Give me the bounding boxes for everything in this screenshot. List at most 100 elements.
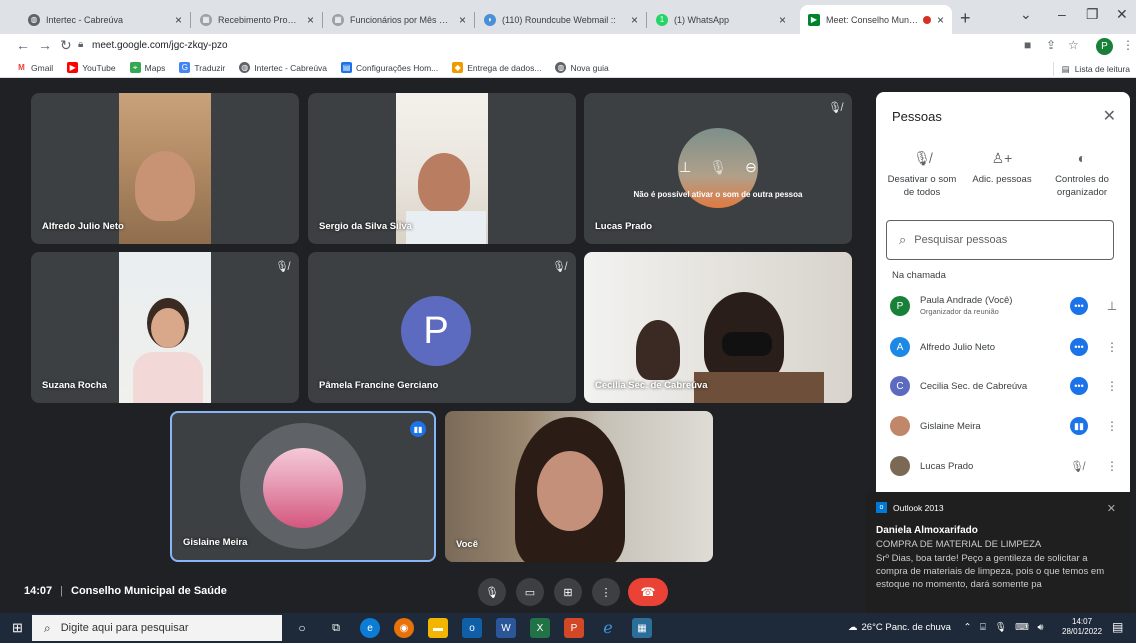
panel-title: Pessoas <box>892 109 942 124</box>
divider <box>1052 62 1054 76</box>
leave-call-button[interactable]: ☎︎ <box>628 578 668 606</box>
microphone-icon[interactable]: 🎙︎ <box>994 622 1006 633</box>
network-icon[interactable]: ⌸ <box>980 622 986 633</box>
participant-avatar <box>263 448 343 528</box>
video-tile-alfredo[interactable]: Alfredo Julio Neto <box>31 93 299 244</box>
windows-start-icon[interactable]: ⊞ <box>12 620 23 636</box>
participant-row[interactable]: Gislaine Meira ▮▮ ⋮ <box>890 411 1118 441</box>
edge-icon[interactable]: e <box>360 618 380 638</box>
powerpoint-icon[interactable]: P <box>564 618 584 638</box>
participant-row[interactable]: P Paula Andrade (Você) Organizador da reu… <box>890 291 1118 321</box>
pin-icon[interactable]: ⊥ <box>1106 299 1118 313</box>
bookmark-star-icon[interactable]: ☆ <box>1068 38 1079 52</box>
notification-center-icon[interactable]: ▤ <box>1112 620 1123 634</box>
participant-row[interactable]: C Cecilia Sec. de Cabreúva ••• ⋮ <box>890 371 1118 401</box>
recording-dot-icon <box>922 15 931 24</box>
bookmark-youtube[interactable]: ▶ YouTube <box>67 62 116 73</box>
participant-name: Alfredo Julio Neto <box>920 341 995 353</box>
close-panel-button[interactable]: ✕ <box>1103 106 1116 126</box>
more-options-button[interactable]: ⋮ <box>592 578 620 606</box>
new-tab-button[interactable]: + <box>960 8 971 29</box>
search-people-input[interactable]: ⌕ Pesquisar pessoas <box>886 220 1114 260</box>
shirt-shape <box>406 211 486 244</box>
close-notification-button[interactable]: ✕ <box>1107 502 1116 515</box>
file-explorer-icon[interactable]: ▬ <box>428 618 448 638</box>
wifi-icon[interactable]: ⌨ <box>1015 622 1029 633</box>
participant-row[interactable]: A Alfredo Julio Neto ••• ⋮ <box>890 332 1118 362</box>
forward-arrow-icon[interactable]: → <box>38 37 52 53</box>
browser-tab[interactable]: ◍ Intertec - Cabreúva × <box>20 5 190 34</box>
close-tab-icon[interactable]: × <box>779 13 786 27</box>
close-tab-icon[interactable]: × <box>175 13 182 27</box>
bookmark-gmail[interactable]: M Gmail <box>16 62 53 73</box>
internet-explorer-icon[interactable]: ℯ <box>598 618 618 638</box>
participant-row[interactable]: Lucas Prado 🎙︎̸ ⋮ <box>890 451 1118 481</box>
app-icon[interactable]: ▦ <box>632 618 652 638</box>
tab-divider <box>646 12 647 28</box>
excel-icon[interactable]: X <box>530 618 550 638</box>
weather-icon[interactable]: ☁︎ <box>848 622 858 633</box>
profile-avatar[interactable]: P <box>1096 38 1113 55</box>
volume-icon[interactable]: 🔊︎ <box>1038 622 1044 633</box>
more-vert-icon[interactable]: ⋮ <box>1106 379 1118 393</box>
more-vert-icon[interactable]: ⋮ <box>1106 459 1118 473</box>
video-tile-pamela[interactable]: P 🎙︎̸ Pâmela Francine Gerciano <box>308 252 576 403</box>
chrome-icon[interactable]: ◉ <box>394 618 414 638</box>
browser-tab[interactable]: ▦ Recebimento Processos × <box>192 5 322 34</box>
bookmark-maps[interactable]: ⌖ Maps <box>129 62 165 73</box>
close-window-button[interactable]: ✕ <box>1116 6 1128 23</box>
browser-tab[interactable]: ◗ (110) Roundcube Webmail :: × <box>476 5 646 34</box>
browser-tab[interactable]: 1 (1) WhatsApp × <box>648 5 794 34</box>
minimize-button[interactable]: – <box>1058 6 1066 22</box>
close-tab-icon[interactable]: × <box>307 13 314 27</box>
more-vert-icon[interactable]: ⋮ <box>1106 340 1118 354</box>
remove-icon[interactable]: ⊖ <box>745 159 757 176</box>
browser-tab[interactable]: ▦ Funcionários por Mês Selecio × <box>324 5 474 34</box>
share-icon[interactable]: ⇪ <box>1046 38 1056 52</box>
delivery-icon: ◆ <box>452 62 464 73</box>
mute-all-button[interactable]: 🎙︎̸ Desativar o som de todos <box>882 151 962 199</box>
chevron-up-icon[interactable]: ⌃ <box>964 622 972 633</box>
menu-kebab-icon[interactable]: ⋮ <box>1122 38 1134 52</box>
url-field[interactable]: meet.google.com/jgc-zkqy-pzo <box>92 40 228 51</box>
microphone-button[interactable]: 🎙︎ <box>478 578 506 606</box>
task-view-icon[interactable]: ⧉ <box>326 618 346 638</box>
weather-text[interactable]: 26°C Panc. de chuva <box>862 622 951 633</box>
tab-search-icon[interactable]: ⌄ <box>1020 6 1032 23</box>
speaking-indicator-icon: ▮▮ <box>1070 417 1088 435</box>
present-button[interactable]: ⊞ <box>554 578 582 606</box>
video-tile-sergio[interactable]: Sergio da Silva Silva <box>308 93 576 244</box>
bookmark-intertec[interactable]: ◍ Intertec - Cabreúva <box>239 62 327 73</box>
bookmark-delivery[interactable]: ◆ Entrega de dados... <box>452 62 541 73</box>
reload-icon[interactable]: ↻ <box>60 37 72 54</box>
reading-list-button[interactable]: ▤ Lista de leitura <box>1052 62 1130 76</box>
cortana-icon[interactable]: ○ <box>292 618 312 638</box>
video-tile-lucas[interactable]: ⊥ 🎙︎ ⊖ Não é possível ativar o som de ou… <box>584 93 852 244</box>
pin-icon[interactable]: ⊥ <box>679 159 691 176</box>
outlook-notification[interactable]: o Outlook 2013 ✕ Daniela Almoxarifado COM… <box>866 492 1130 613</box>
close-tab-icon[interactable]: × <box>459 13 466 27</box>
more-vert-icon[interactable]: ⋮ <box>1106 419 1118 433</box>
lock-icon[interactable]: 🔒︎ <box>78 39 83 50</box>
outlook-icon[interactable]: o <box>462 618 482 638</box>
bookmark-settings[interactable]: ▤ Configurações Hom... <box>341 62 438 73</box>
camera-button[interactable]: ▭ <box>516 578 544 606</box>
taskbar-clock[interactable]: 14:07 28/01/2022 <box>1062 617 1102 637</box>
browser-tab-active[interactable]: ▶ Meet: Conselho Municip × <box>800 5 952 34</box>
back-arrow-icon[interactable]: ← <box>16 37 30 53</box>
taskbar-search-input[interactable]: ⌕ Digite aqui para pesquisar <box>32 615 282 641</box>
mic-off-icon[interactable]: 🎙︎ <box>709 159 727 176</box>
close-tab-icon[interactable]: × <box>937 13 944 27</box>
camera-in-use-icon[interactable]: ■ <box>1024 38 1031 52</box>
host-controls-button[interactable]: ◐ Controles do organizador <box>1042 151 1122 199</box>
video-tile-gislaine[interactable]: ▮▮ Gislaine Meira <box>170 411 436 562</box>
add-people-button[interactable]: ♙+ Adic. pessoas <box>962 151 1042 186</box>
word-icon[interactable]: W <box>496 618 516 638</box>
video-tile-suzana[interactable]: 🎙︎̸ Suzana Rocha <box>31 252 299 403</box>
video-tile-cecilia[interactable]: Cecilia Sec. de Cabreúva <box>584 252 852 403</box>
bookmark-new-tab[interactable]: ◍ Nova guia <box>555 62 609 73</box>
restore-button[interactable]: ❐ <box>1086 6 1099 23</box>
bookmark-translate[interactable]: G Traduzir <box>179 62 225 73</box>
video-tile-self[interactable]: Você <box>445 411 713 562</box>
close-tab-icon[interactable]: × <box>631 13 638 27</box>
